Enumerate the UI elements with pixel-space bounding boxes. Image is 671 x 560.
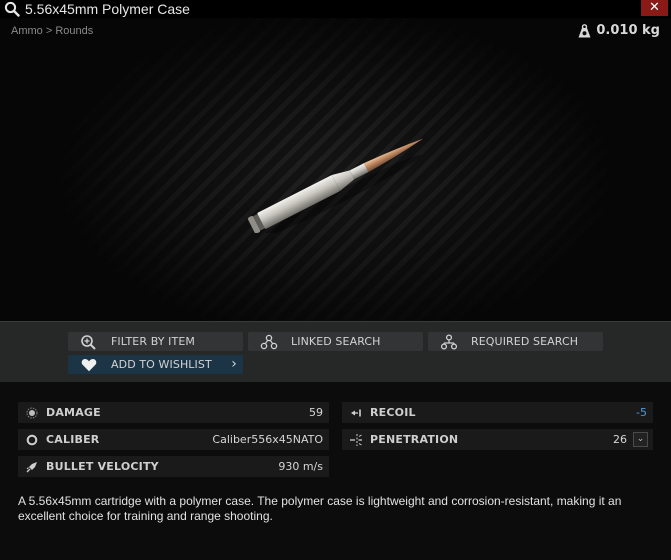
bullet-image	[247, 138, 424, 233]
stat-recoil-value: -5	[636, 406, 647, 419]
required-search-label: REQUIRED SEARCH	[471, 335, 579, 348]
breadcrumb-separator: >	[42, 25, 56, 37]
recoil-icon	[349, 406, 363, 420]
stat-recoil: RECOIL -5	[342, 402, 653, 423]
penetration-icon	[349, 433, 363, 447]
stat-penetration: PENETRATION 26 ⌄	[342, 429, 653, 450]
item-preview: Ammo > Rounds 0.010 kg	[0, 18, 671, 321]
stat-damage-label: DAMAGE	[46, 406, 101, 419]
chevron-right-icon: ›	[231, 356, 237, 372]
required-nodes-icon	[439, 333, 459, 350]
bullet-velocity-icon	[25, 460, 39, 474]
filter-search-icon	[79, 334, 99, 350]
breadcrumb-category[interactable]: Ammo	[11, 25, 43, 37]
linked-nodes-icon	[259, 334, 279, 350]
breadcrumb: Ammo > Rounds	[11, 25, 93, 37]
stat-recoil-label: RECOIL	[370, 406, 416, 419]
damage-icon	[25, 406, 39, 420]
heart-icon	[79, 357, 99, 373]
stat-caliber-label: CALIBER	[46, 433, 100, 446]
caliber-icon	[25, 433, 39, 447]
penetration-dropdown-button[interactable]: ⌄	[633, 432, 648, 447]
stat-penetration-value: 26	[613, 433, 627, 446]
search-icon	[4, 1, 20, 17]
stat-velocity-value: 930 m/s	[278, 460, 323, 473]
required-search-button[interactable]: REQUIRED SEARCH	[428, 332, 603, 351]
filter-by-item-button[interactable]: FILTER BY ITEM	[68, 332, 243, 351]
stat-bullet-velocity: BULLET VELOCITY 930 m/s	[18, 456, 329, 477]
weight-icon	[578, 23, 591, 37]
add-to-wishlist-button[interactable]: ADD TO WISHLIST ›	[68, 355, 243, 374]
stat-velocity-label: BULLET VELOCITY	[46, 460, 159, 473]
action-bar: FILTER BY ITEM LINKED SEARCH REQUIRED SE…	[0, 321, 671, 382]
stat-damage: DAMAGE 59	[18, 402, 329, 423]
linked-search-button[interactable]: LINKED SEARCH	[248, 332, 423, 351]
window-title: 5.56x45mm Polymer Case	[25, 1, 190, 17]
stat-caliber: CALIBER Caliber556x45NATO	[18, 429, 329, 450]
breadcrumb-subcategory[interactable]: Rounds	[55, 25, 93, 37]
weight-value: 0.010 kg	[596, 23, 660, 38]
stat-penetration-label: PENETRATION	[370, 433, 459, 446]
close-button[interactable]: ✕	[641, 0, 668, 16]
stat-damage-value: 59	[309, 406, 323, 419]
weight-display: 0.010 kg	[578, 23, 660, 38]
linked-search-label: LINKED SEARCH	[291, 335, 381, 348]
stat-caliber-value: Caliber556x45NATO	[212, 433, 323, 446]
item-description: A 5.56x45mm cartridge with a polymer cas…	[18, 494, 622, 523]
add-to-wishlist-label: ADD TO WISHLIST	[111, 358, 212, 371]
filter-by-item-label: FILTER BY ITEM	[111, 335, 195, 348]
item-stats-panel: DAMAGE 59 CALIBER Caliber556x45NATO BULL…	[0, 382, 671, 560]
title-bar: 5.56x45mm Polymer Case ✕	[0, 0, 671, 18]
